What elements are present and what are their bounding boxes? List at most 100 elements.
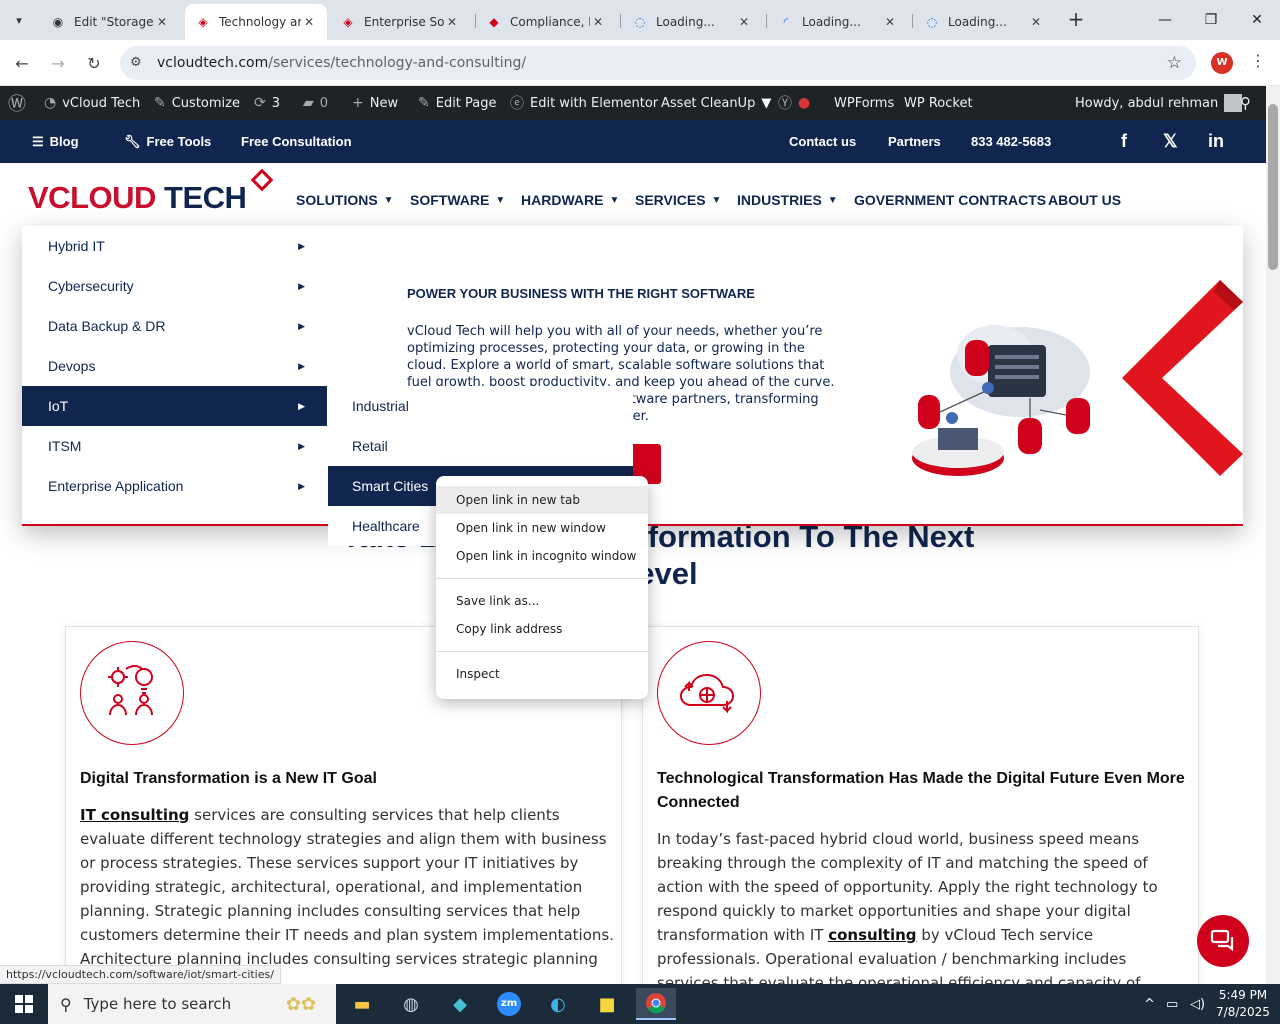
taskbar-clock[interactable]: 5:49 PM 7/8/2025 xyxy=(1210,987,1276,1021)
tab-enterprise-software[interactable]: ◈ Enterprise Sof ✕ xyxy=(330,4,470,40)
dashboard-icon: ◔ xyxy=(44,95,57,111)
tray-chevron-up-icon[interactable]: ^ xyxy=(1144,984,1155,1024)
nav-about-us[interactable]: ABOUT US xyxy=(1048,192,1121,208)
edge-icon[interactable]: ◐ xyxy=(538,988,578,1020)
scrollbar-thumb[interactable] xyxy=(1268,104,1278,270)
close-tab-icon[interactable]: ✕ xyxy=(590,15,606,29)
reload-icon[interactable]: ↻ xyxy=(81,50,107,76)
mega-menu-item-enterprise-application[interactable]: Enterprise Application ▶ xyxy=(22,466,327,506)
topbar-phone-link[interactable]: 833 482-5683 xyxy=(971,120,1051,163)
app-icon[interactable]: ◍ xyxy=(391,988,431,1020)
windows-start-icon[interactable] xyxy=(0,984,48,1024)
nav-software[interactable]: SOFTWARE ▼ xyxy=(410,192,505,208)
wp-updates[interactable]: ⟳ 3 xyxy=(254,86,280,120)
tab-technology[interactable]: ◈ Technology ar ✕ xyxy=(185,4,327,40)
close-tab-icon[interactable]: ✕ xyxy=(444,15,460,29)
close-tab-icon[interactable]: ✕ xyxy=(736,15,752,29)
ctx-open-incognito[interactable]: Open link in incognito window xyxy=(436,542,648,570)
close-tab-icon[interactable]: ✕ xyxy=(154,15,170,29)
tab-compliance[interactable]: ◆ Compliance, M ✕ xyxy=(476,4,616,40)
mega-menu-item-cybersecurity[interactable]: Cybersecurity ▶ xyxy=(22,266,327,306)
file-explorer-icon[interactable]: ▬ xyxy=(342,988,382,1020)
chevron-right-icon: ▶ xyxy=(298,240,305,251)
wordpress-logo-icon[interactable]: Ⓦ xyxy=(8,86,26,120)
site-logo[interactable]: VCLOUD TECH xyxy=(28,180,247,216)
address-bar[interactable]: ⚙ vcloudtech.com/services/technology-and… xyxy=(120,46,1196,80)
wp-search-icon[interactable]: ⚲ xyxy=(1240,86,1251,120)
bookmark-star-icon[interactable]: ☆ xyxy=(1167,53,1182,73)
submenu-item-industrial[interactable]: Industrial xyxy=(328,386,633,426)
sticky-notes-icon[interactable]: ■ xyxy=(587,988,627,1020)
updates-icon: ⟳ xyxy=(254,95,266,111)
wp-site-name[interactable]: ◔ vCloud Tech xyxy=(44,86,140,120)
plus-icon: + xyxy=(352,95,364,111)
tab-search-chevron-icon[interactable]: ▾ xyxy=(6,8,32,32)
mega-menu-item-iot[interactable]: IoT ▶ xyxy=(22,386,327,426)
nav-industries[interactable]: INDUSTRIES ▼ xyxy=(737,192,838,208)
close-tab-icon[interactable]: ✕ xyxy=(1028,15,1044,29)
tab-loading-1[interactable]: ◌ Loading... ✕ xyxy=(622,4,762,40)
tab-loading-2[interactable]: ◜ Loading... ✕ xyxy=(768,4,908,40)
url-text[interactable]: vcloudtech.com/services/technology-and-c… xyxy=(157,55,526,71)
hamburger-icon: ☰ xyxy=(32,133,44,149)
nav-hardware[interactable]: HARDWARE ▼ xyxy=(521,192,619,208)
topbar-contact-link[interactable]: Contact us xyxy=(789,120,856,163)
close-tab-icon[interactable]: ✕ xyxy=(882,15,898,29)
search-highlight-icon: ✿✿ xyxy=(285,993,317,1015)
ctx-open-new-window[interactable]: Open link in new window xyxy=(436,514,648,542)
network-icon[interactable]: ▭ xyxy=(1166,984,1178,1024)
volume-icon[interactable]: ◁) xyxy=(1190,984,1205,1024)
comment-icon: ▰ xyxy=(303,95,314,111)
minimize-icon[interactable]: — xyxy=(1142,0,1188,40)
browser-menu-icon[interactable]: ⋮ xyxy=(1250,51,1266,70)
wp-elementor[interactable]: ⓔ Edit with Elementor xyxy=(510,86,658,120)
it-consulting-link[interactable]: IT consulting xyxy=(80,806,189,824)
ctx-inspect[interactable]: Inspect xyxy=(436,660,648,688)
close-window-icon[interactable]: ✕ xyxy=(1234,0,1280,40)
consulting-link[interactable]: consulting xyxy=(828,926,916,944)
mega-menu-item-hybrid-it[interactable]: Hybrid IT ▶ xyxy=(22,226,327,266)
ctx-open-new-tab[interactable]: Open link in new tab xyxy=(436,486,648,514)
chevron-right-icon: ▶ xyxy=(298,320,305,331)
profile-avatar[interactable]: W xyxy=(1211,52,1233,74)
wp-customize[interactable]: ✎ Customize xyxy=(154,86,240,120)
chrome-icon[interactable] xyxy=(636,988,676,1020)
wp-wpforms[interactable]: WPForms xyxy=(834,86,894,120)
zoom-icon[interactable]: zm xyxy=(489,988,529,1020)
wp-asset-cleanup[interactable]: Asset CleanUp ▼ xyxy=(661,86,771,120)
topbar-free-tools-link[interactable]: 🔧︎ Free Tools xyxy=(124,120,211,163)
wp-comments[interactable]: ▰ 0 xyxy=(303,86,328,120)
chat-widget-button[interactable] xyxy=(1197,915,1249,967)
new-tab-button[interactable]: + xyxy=(1064,8,1088,32)
wp-howdy[interactable]: Howdy, abdul rehman xyxy=(1075,86,1243,120)
wp-rocket[interactable]: WP Rocket xyxy=(904,86,973,120)
facebook-icon[interactable]: f xyxy=(1121,120,1127,163)
topbar-free-consultation-link[interactable]: Free Consultation xyxy=(241,120,352,163)
back-icon[interactable]: ← xyxy=(9,50,35,76)
topbar-blog-link[interactable]: ☰ Blog xyxy=(32,120,79,163)
mega-menu-item-devops[interactable]: Devops ▶ xyxy=(22,346,327,386)
app-icon[interactable]: ◆ xyxy=(440,988,480,1020)
wp-new[interactable]: + New xyxy=(352,86,398,120)
tab-edit-storage[interactable]: ◉ Edit "Storage ✕ xyxy=(40,4,180,40)
pencil-icon: ✎ xyxy=(418,95,430,111)
nav-government-contracts[interactable]: GOVERNMENT CONTRACTS xyxy=(854,192,1046,208)
close-tab-icon[interactable]: ✕ xyxy=(301,15,317,29)
nav-services[interactable]: SERVICES ▼ xyxy=(635,192,721,208)
ctx-copy-link[interactable]: Copy link address xyxy=(436,615,648,643)
linkedin-icon[interactable]: in xyxy=(1208,120,1224,163)
restore-icon[interactable]: ❐ xyxy=(1188,0,1234,40)
ctx-save-link[interactable]: Save link as... xyxy=(436,587,648,615)
wp-yoast[interactable]: Ⓨ ● xyxy=(778,86,810,120)
forward-icon[interactable]: → xyxy=(45,50,71,76)
topbar-partners-link[interactable]: Partners xyxy=(888,120,941,163)
site-info-icon[interactable]: ⚙ xyxy=(130,55,142,70)
x-twitter-icon[interactable]: 𝕏 xyxy=(1163,120,1178,163)
chevron-down-icon: ▼ xyxy=(827,194,838,206)
tab-loading-3[interactable]: ◌ Loading... ✕ xyxy=(914,4,1054,40)
mega-menu-item-itsm[interactable]: ITSM ▶ xyxy=(22,426,327,466)
wp-edit-page[interactable]: ✎ Edit Page xyxy=(418,86,497,120)
nav-solutions[interactable]: SOLUTIONS ▼ xyxy=(296,192,394,208)
submenu-item-retail[interactable]: Retail xyxy=(328,426,633,466)
mega-menu-item-data-backup[interactable]: Data Backup & DR ▶ xyxy=(22,306,327,346)
